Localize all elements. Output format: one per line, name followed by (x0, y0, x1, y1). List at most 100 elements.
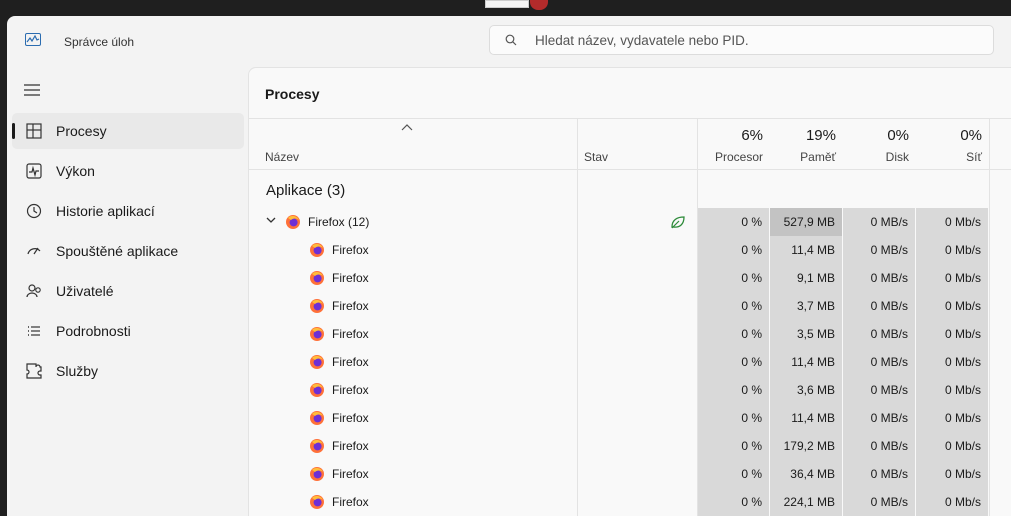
column-header-memory[interactable]: 19% Paměť (770, 119, 843, 169)
chevron-down-icon[interactable] (266, 217, 276, 224)
table-row[interactable]: Firefox 0 % 9,1 MB 0 MB/s 0 Mb/s (249, 264, 1011, 292)
memory-cell: 3,7 MB (770, 292, 842, 320)
task-manager-icon (25, 33, 41, 46)
memory-cell-value: 9,1 MB (796, 271, 835, 285)
processes-panel: Procesy Název Stav 6% Procesor 19% Paměť… (248, 67, 1011, 516)
table-row[interactable]: Firefox 0 % 11,4 MB 0 MB/s 0 Mb/s (249, 348, 1011, 376)
firefox-icon (309, 354, 325, 370)
disk-cell-value: 0 MB/s (870, 215, 908, 229)
memory-cell: 9,1 MB (770, 264, 842, 292)
disk-cell-value: 0 MB/s (870, 467, 908, 481)
memory-cell-value: 224,1 MB (783, 495, 835, 509)
memory-cell-value: 179,2 MB (783, 439, 835, 453)
table-header: Název Stav 6% Procesor 19% Paměť 0% Disk… (249, 118, 1011, 170)
table-row-parent[interactable]: Firefox (12) 0 % 527,9 MB 0 MB/s 0 Mb/s (249, 208, 1011, 236)
table-row[interactable]: Firefox 0 % 3,7 MB 0 MB/s 0 Mb/s (249, 292, 1011, 320)
network-cell: 0 Mb/s (916, 292, 988, 320)
network-cell: 0 Mb/s (916, 404, 988, 432)
network-cell: 0 Mb/s (916, 376, 988, 404)
sort-ascending-icon (401, 124, 413, 131)
firefox-icon (309, 494, 325, 510)
disk-cell: 0 MB/s (843, 236, 915, 264)
column-header-cpu[interactable]: 6% Procesor (697, 119, 770, 169)
disk-label: Disk (885, 150, 909, 164)
table-row[interactable]: Firefox 0 % 179,2 MB 0 MB/s 0 Mb/s (249, 432, 1011, 460)
sidebar-item-label: Spouštěné aplikace (56, 243, 179, 259)
disk-cell-value: 0 MB/s (870, 411, 908, 425)
disk-cell-value: 0 MB/s (870, 299, 908, 313)
search-input[interactable] (535, 31, 975, 49)
child-rows: Firefox 0 % 11,4 MB 0 MB/s 0 Mb/s Firefox 0 % 9… (249, 236, 1011, 516)
process-name: Firefox (332, 467, 369, 481)
sidebar-item-vykon[interactable]: Výkon (12, 153, 244, 189)
network-total: 0% (960, 127, 982, 144)
table-row[interactable]: Firefox 0 % 3,5 MB 0 MB/s 0 Mb/s (249, 320, 1011, 348)
table-row[interactable]: Firefox 0 % 11,4 MB 0 MB/s 0 Mb/s (249, 404, 1011, 432)
memory-total: 19% (805, 127, 836, 144)
table-row[interactable]: Firefox 0 % 11,4 MB 0 MB/s 0 Mb/s (249, 236, 1011, 264)
table-row[interactable]: Firefox 0 % 224,1 MB 0 MB/s 0 Mb/s (249, 488, 1011, 516)
sidebar-item-uzivatele[interactable]: Uživatelé (12, 273, 244, 309)
sidebar-item-historie[interactable]: Historie aplikací (12, 193, 244, 229)
sidebar-item-label: Uživatelé (56, 283, 114, 299)
cpu-cell-value: 0 % (741, 355, 762, 369)
table-row[interactable]: Firefox 0 % 36,4 MB 0 MB/s 0 Mb/s (249, 460, 1011, 488)
hamburger-menu-icon[interactable] (23, 82, 41, 98)
disk-cell-value: 0 MB/s (870, 243, 908, 257)
column-header-status[interactable]: Stav (584, 150, 608, 164)
network-cell: 0 Mb/s (916, 236, 988, 264)
column-header-disk[interactable]: 0% Disk (843, 119, 916, 169)
memory-cell: 224,1 MB (770, 488, 842, 516)
network-cell: 0 Mb/s (916, 348, 988, 376)
memory-cell: 36,4 MB (770, 460, 842, 488)
network-cell-value: 0 Mb/s (944, 467, 981, 481)
table-row[interactable]: Firefox 0 % 3,6 MB 0 MB/s 0 Mb/s (249, 376, 1011, 404)
memory-cell: 527,9 MB (770, 208, 842, 236)
process-name: Firefox (12) (308, 215, 370, 229)
page-title: Procesy (265, 86, 320, 102)
firefox-icon (309, 298, 325, 314)
cpu-cell-value: 0 % (741, 439, 762, 453)
memory-cell-value: 11,4 MB (791, 411, 835, 425)
group-header-apps: Aplikace (3) (249, 170, 1011, 208)
disk-cell-value: 0 MB/s (870, 327, 908, 341)
memory-cell: 3,5 MB (770, 320, 842, 348)
sidebar-item-podrobnosti[interactable]: Podrobnosti (12, 313, 244, 349)
group-title: Aplikace (3) (266, 182, 346, 199)
memory-cell: 179,2 MB (770, 432, 842, 460)
cpu-cell: 0 % (697, 320, 769, 348)
history-icon (26, 203, 42, 219)
services-icon (26, 363, 42, 379)
app-title: Správce úloh (64, 35, 135, 49)
disk-cell: 0 MB/s (843, 432, 915, 460)
column-divider (697, 118, 698, 516)
memory-cell-value: 11,4 MB (791, 243, 835, 257)
search-box[interactable] (489, 25, 994, 55)
network-cell-value: 0 Mb/s (944, 355, 981, 369)
sidebar-item-label: Historie aplikací (56, 203, 155, 219)
cpu-cell-value: 0 % (741, 243, 762, 257)
disk-cell-value: 0 MB/s (870, 495, 908, 509)
cpu-cell: 0 % (697, 292, 769, 320)
memory-cell-value: 527,9 MB (783, 215, 835, 229)
network-cell-value: 0 Mb/s (944, 271, 981, 285)
network-cell: 0 Mb/s (916, 208, 988, 236)
sidebar-item-spoustene[interactable]: Spouštěné aplikace (12, 233, 244, 269)
active-indicator (12, 123, 15, 139)
memory-label: Paměť (800, 150, 836, 164)
sidebar-item-label: Podrobnosti (56, 323, 131, 339)
column-header-network[interactable]: 0% Síť (916, 119, 989, 169)
column-header-name[interactable]: Název (265, 150, 299, 164)
cpu-cell: 0 % (697, 460, 769, 488)
sidebar-item-procesy[interactable]: Procesy (12, 113, 244, 149)
disk-cell: 0 MB/s (843, 376, 915, 404)
performance-icon (26, 163, 42, 179)
firefox-icon (309, 410, 325, 426)
details-icon (28, 326, 40, 336)
desktop-thumbnail (485, 0, 529, 8)
cpu-cell: 0 % (697, 264, 769, 292)
sidebar-item-sluzby[interactable]: Služby (12, 353, 244, 389)
disk-cell: 0 MB/s (843, 488, 915, 516)
disk-cell: 0 MB/s (843, 404, 915, 432)
process-name: Firefox (332, 271, 369, 285)
